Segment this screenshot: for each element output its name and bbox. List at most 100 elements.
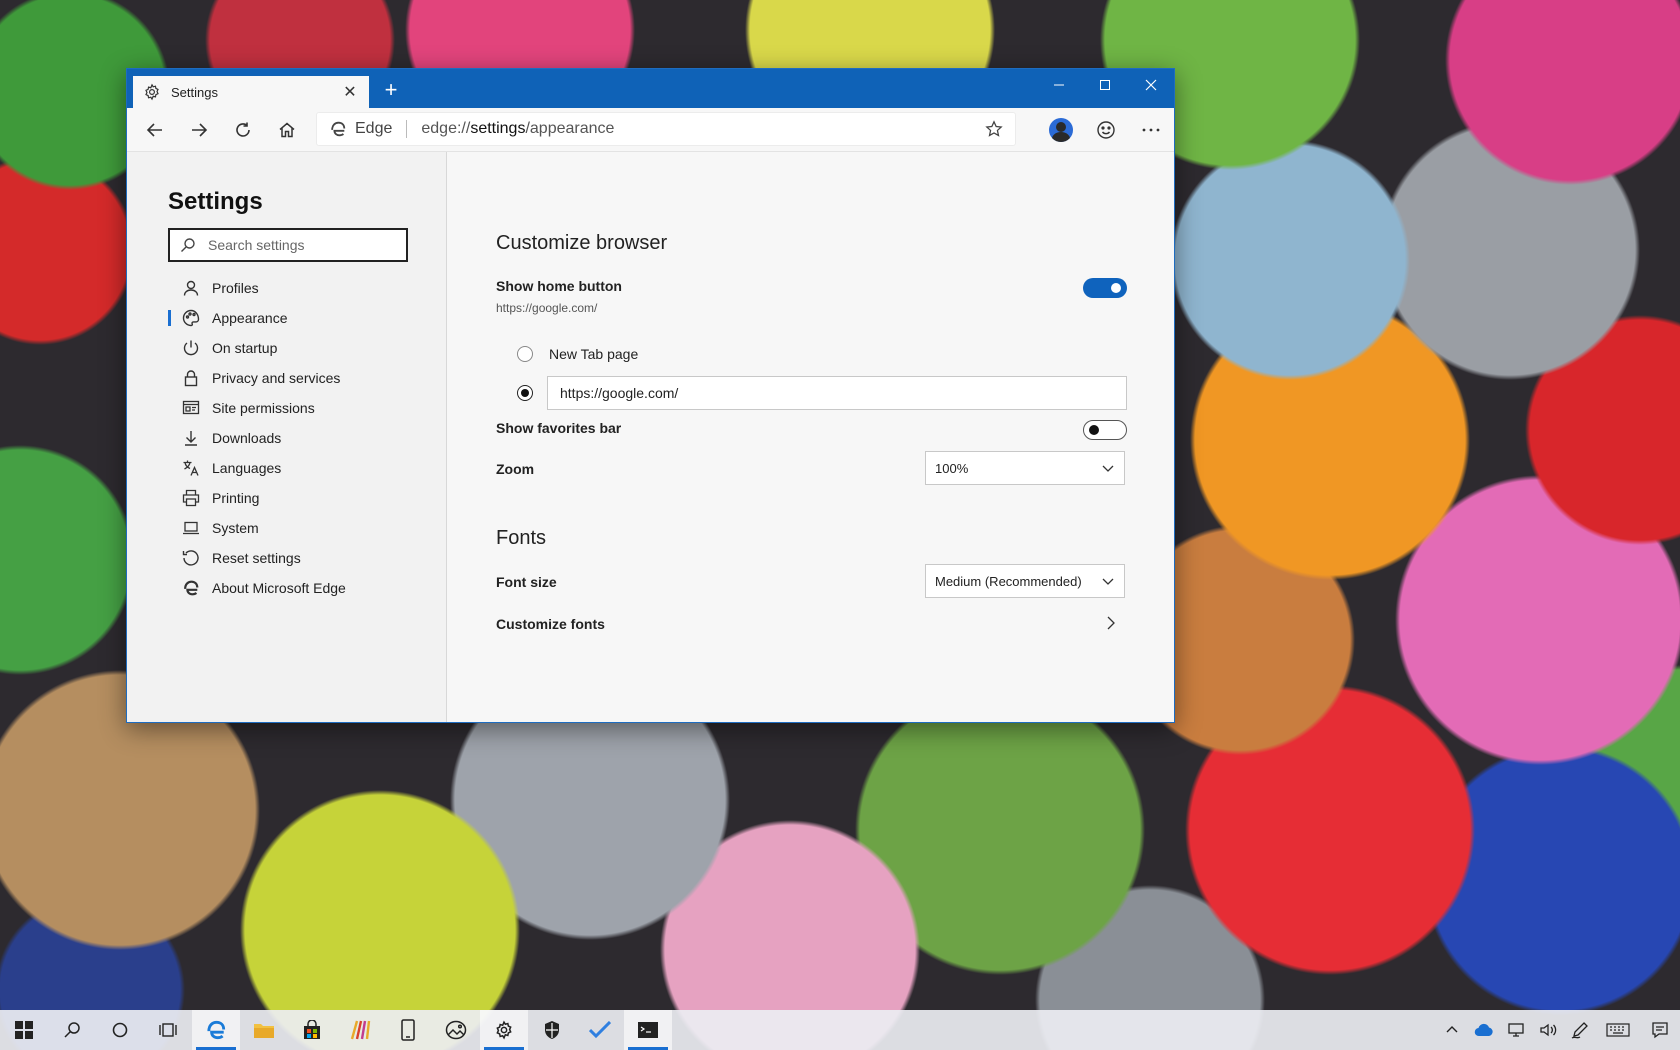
taskbar — [0, 1010, 1680, 1050]
sidebar-nav: Profiles Appearance On startup Privacy a… — [168, 273, 428, 603]
chevron-right-icon[interactable] — [1103, 615, 1119, 631]
address-site-label: Edge — [355, 120, 393, 137]
keyboard-icon[interactable] — [1596, 1010, 1640, 1050]
forward-icon[interactable] — [177, 112, 221, 148]
sidebar-item-reset-settings[interactable]: Reset settings — [168, 543, 428, 573]
zoom-select[interactable]: 100% — [925, 451, 1125, 485]
favorite-star-icon[interactable] — [985, 120, 1003, 138]
font-size-label: Font size — [496, 574, 557, 590]
todo-check-icon[interactable] — [576, 1010, 624, 1050]
notifications-icon[interactable] — [1640, 1010, 1680, 1050]
file-explorer-icon[interactable] — [240, 1010, 288, 1050]
cortana-icon[interactable] — [96, 1010, 144, 1050]
gear-icon — [145, 83, 159, 101]
taskbar-settings-icon[interactable] — [480, 1010, 528, 1050]
address-url[interactable]: edge://settings/appearance — [421, 120, 985, 138]
radio-new-tab-row[interactable]: New Tab page — [517, 346, 638, 362]
chevron-up-icon[interactable] — [1436, 1010, 1468, 1050]
network-icon[interactable] — [1500, 1010, 1532, 1050]
store-icon[interactable] — [288, 1010, 336, 1050]
terminal-icon[interactable] — [624, 1010, 672, 1050]
sidebar-item-label: Languages — [212, 460, 282, 476]
maximize-icon[interactable] — [1082, 69, 1128, 101]
search-input[interactable] — [206, 236, 396, 254]
url-path: /appearance — [525, 120, 615, 137]
sidebar-item-label: Profiles — [212, 280, 259, 296]
task-view-icon[interactable] — [144, 1010, 192, 1050]
sidebar-item-label: Downloads — [212, 430, 282, 446]
edge-logo-icon — [331, 121, 346, 137]
zoom-label: Zoom — [496, 461, 535, 477]
sidebar-item-label: Privacy and services — [212, 370, 341, 386]
show-favorites-bar-label: Show favorites bar — [496, 420, 622, 436]
font-size-select[interactable]: Medium (Recommended) — [925, 564, 1125, 598]
sidebar-item-privacy[interactable]: Privacy and services — [168, 363, 428, 393]
reset-icon — [182, 550, 199, 566]
sidebar-item-appearance[interactable]: Appearance — [168, 303, 428, 333]
url-prefix: edge:// — [421, 120, 471, 137]
volume-icon[interactable] — [1532, 1010, 1564, 1050]
home-url-input[interactable] — [547, 376, 1127, 410]
laptop-icon — [183, 521, 199, 535]
radio-custom-url[interactable] — [517, 385, 533, 401]
sidebar-item-label: System — [212, 520, 259, 536]
power-icon — [183, 340, 199, 356]
zoom-value: 100% — [935, 460, 969, 476]
sidebar-item-on-startup[interactable]: On startup — [168, 333, 428, 363]
app-stripes-icon[interactable] — [336, 1010, 384, 1050]
palette-icon — [182, 309, 200, 327]
taskbar-search-icon[interactable] — [48, 1010, 96, 1050]
fonts-heading: Fonts — [496, 527, 547, 549]
title-bar: Settings ✕ + — [127, 69, 1174, 108]
minimize-icon[interactable] — [1036, 69, 1082, 101]
sidebar-item-downloads[interactable]: Downloads — [168, 423, 428, 453]
url-host: settings — [470, 120, 526, 137]
close-window-icon[interactable] — [1128, 69, 1174, 101]
show-favorites-bar-toggle[interactable] — [1083, 420, 1127, 440]
pen-ink-icon[interactable] — [1564, 1010, 1596, 1050]
home-icon[interactable] — [265, 112, 309, 148]
search-box[interactable] — [168, 228, 408, 262]
site-permissions-icon — [182, 400, 200, 415]
radio-new-tab[interactable] — [517, 346, 533, 362]
sidebar-item-about[interactable]: About Microsoft Edge — [168, 573, 428, 603]
browser-window: Settings ✕ + Edge edge://settings/appear… — [126, 68, 1175, 723]
taskbar-edge-icon[interactable] — [192, 1010, 240, 1050]
customize-fonts-label[interactable]: Customize fonts — [496, 616, 605, 632]
start-windows-icon[interactable] — [0, 1010, 48, 1050]
address-bar[interactable]: Edge edge://settings/appearance — [316, 112, 1016, 146]
new-tab-button[interactable]: + — [379, 78, 403, 102]
profile-button[interactable] — [1039, 112, 1083, 148]
more-menu-icon[interactable] — [1129, 112, 1173, 148]
sidebar-item-languages[interactable]: Languages — [168, 453, 428, 483]
photos-icon[interactable] — [432, 1010, 480, 1050]
browser-toolbar: Edge edge://settings/appearance — [127, 108, 1174, 152]
feedback-smiley-icon[interactable] — [1084, 112, 1128, 148]
tab-title: Settings — [171, 84, 218, 100]
sidebar-item-label: On startup — [212, 340, 278, 356]
back-icon[interactable] — [133, 112, 177, 148]
download-icon — [185, 431, 197, 446]
radio-new-tab-label: New Tab page — [549, 346, 639, 362]
tab-settings[interactable]: Settings ✕ — [133, 76, 369, 108]
avatar — [1049, 118, 1073, 142]
close-tab-icon[interactable]: ✕ — [341, 82, 359, 102]
security-shield-icon[interactable] — [528, 1010, 576, 1050]
person-icon — [183, 280, 199, 296]
sidebar-item-profiles[interactable]: Profiles — [168, 273, 428, 303]
sidebar-item-printing[interactable]: Printing — [168, 483, 428, 513]
sidebar-title: Settings — [168, 188, 263, 215]
sidebar-item-system[interactable]: System — [168, 513, 428, 543]
radio-custom-url-row[interactable] — [517, 385, 549, 401]
phone-icon[interactable] — [384, 1010, 432, 1050]
show-home-button-toggle[interactable] — [1083, 278, 1127, 298]
settings-sidebar: Settings Profiles Appearance On startup — [127, 152, 447, 722]
font-size-value: Medium (Recommended) — [935, 573, 1082, 589]
chevron-down-icon — [1102, 465, 1114, 472]
window-controls — [1036, 69, 1174, 101]
sidebar-item-site-permissions[interactable]: Site permissions — [168, 393, 428, 423]
onedrive-cloud-icon[interactable] — [1468, 1010, 1500, 1050]
refresh-icon[interactable] — [221, 112, 265, 148]
printer-icon — [182, 489, 200, 507]
settings-content: Settings Profiles Appearance On startup — [127, 152, 1174, 722]
